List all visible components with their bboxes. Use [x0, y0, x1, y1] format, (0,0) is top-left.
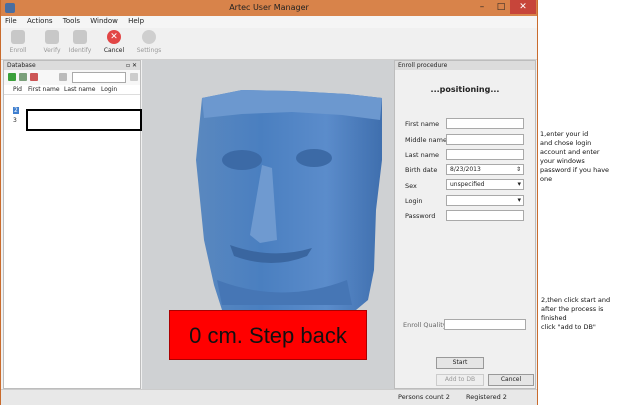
- enroll-label: Enroll: [9, 47, 27, 54]
- quality-meter: [444, 319, 526, 330]
- column-login[interactable]: Login: [101, 86, 117, 93]
- add-to-db-button[interactable]: Add to DB: [436, 374, 484, 386]
- birth-date-field[interactable]: 8/23/2013 ⇕: [446, 164, 524, 175]
- cancel-icon: ✕: [107, 30, 121, 44]
- database-panel: Database ▫ ✕ Pid First name Last name Lo…: [3, 60, 142, 389]
- middle-name-field[interactable]: [446, 134, 524, 145]
- database-columns: Pid First name Last name Login: [4, 85, 140, 95]
- enroll-status: ...positioning...: [430, 85, 500, 94]
- sex-label: Sex: [405, 182, 417, 190]
- identify-button[interactable]: Identify: [65, 30, 95, 54]
- edit-user-icon[interactable]: [19, 73, 27, 81]
- middle-name-label: Middle name: [405, 136, 447, 144]
- search-options-icon[interactable]: [130, 73, 138, 81]
- status-bar: Persons count 2 Registered 2: [1, 389, 537, 405]
- cancel-button[interactable]: ✕ Cancel: [99, 30, 129, 54]
- verify-button[interactable]: Verify: [37, 30, 67, 54]
- scan-viewport[interactable]: 0 cm. Step back: [142, 60, 394, 389]
- search-input[interactable]: [72, 72, 126, 83]
- sex-select[interactable]: unspecified: [446, 179, 524, 190]
- enroll-cancel-button[interactable]: Cancel: [488, 374, 534, 386]
- password-field[interactable]: [446, 210, 524, 221]
- password-label: Password: [405, 212, 436, 220]
- table-row[interactable]: 2: [13, 107, 19, 114]
- menu-window[interactable]: Window: [86, 16, 122, 26]
- database-header: Database ▫ ✕: [4, 61, 140, 70]
- window-title: Artec User Manager: [229, 3, 309, 12]
- database-title: Database: [7, 62, 36, 69]
- row-edit-box[interactable]: [26, 109, 142, 131]
- enroll-icon: [11, 30, 25, 44]
- enroll-panel: Enroll procedure ...positioning... First…: [394, 60, 536, 389]
- add-user-icon[interactable]: [8, 73, 16, 81]
- registered-count: Registered 2: [466, 393, 507, 401]
- maximize-button[interactable]: □: [492, 0, 510, 14]
- close-button[interactable]: ✕: [510, 0, 536, 14]
- title-bar: Artec User Manager – □ ✕: [1, 0, 537, 16]
- minimize-button[interactable]: –: [473, 0, 491, 14]
- instruction-note-2: 2,then click start and after the process…: [541, 296, 611, 331]
- login-label: Login: [405, 197, 423, 205]
- persons-count: Persons count 2: [398, 393, 450, 401]
- toolbar: Enroll Verify Identify ✕ Cancel Settings: [1, 28, 537, 60]
- first-name-field[interactable]: [446, 118, 524, 129]
- enroll-header: Enroll procedure: [395, 61, 535, 70]
- first-name-label: First name: [405, 120, 440, 128]
- start-button[interactable]: Start: [436, 357, 484, 369]
- spinner-icon[interactable]: ⇕: [516, 165, 521, 174]
- menu-actions[interactable]: Actions: [23, 16, 57, 26]
- birth-date-value: 8/23/2013: [450, 166, 481, 173]
- enroll-button[interactable]: Enroll: [3, 30, 33, 54]
- identify-label: Identify: [68, 47, 92, 54]
- settings-label: Settings: [136, 47, 162, 54]
- settings-button[interactable]: Settings: [134, 30, 164, 54]
- settings-icon: [142, 30, 156, 44]
- verify-icon: [45, 30, 59, 44]
- last-name-label: Last name: [405, 151, 440, 159]
- verify-label: Verify: [43, 47, 61, 54]
- menu-tools[interactable]: Tools: [59, 16, 84, 26]
- column-last-name[interactable]: Last name: [64, 86, 95, 93]
- menu-bar: File Actions Tools Window Help: [1, 16, 537, 28]
- app-window: Artec User Manager – □ ✕ File Actions To…: [0, 0, 538, 405]
- cancel-label: Cancel: [103, 47, 125, 54]
- column-first-name[interactable]: First name: [28, 86, 60, 93]
- menu-help[interactable]: Help: [124, 16, 148, 26]
- login-select[interactable]: [446, 195, 524, 206]
- birth-date-label: Birth date: [405, 166, 438, 174]
- panel-close-icon[interactable]: ▫ ✕: [126, 61, 137, 70]
- filter-icon[interactable]: [59, 73, 67, 81]
- warning-message: 0 cm. Step back: [169, 310, 367, 360]
- delete-user-icon[interactable]: [30, 73, 38, 81]
- column-pid[interactable]: Pid: [13, 86, 22, 93]
- database-tools: [4, 70, 140, 85]
- sex-value: unspecified: [450, 181, 485, 188]
- table-row[interactable]: 3: [13, 117, 17, 124]
- quality-label: Enroll Quality: [403, 321, 447, 329]
- identify-icon: [73, 30, 87, 44]
- instruction-note-1: 1,enter your id and chose login account …: [540, 130, 610, 183]
- last-name-field[interactable]: [446, 149, 524, 160]
- menu-file[interactable]: File: [1, 16, 21, 26]
